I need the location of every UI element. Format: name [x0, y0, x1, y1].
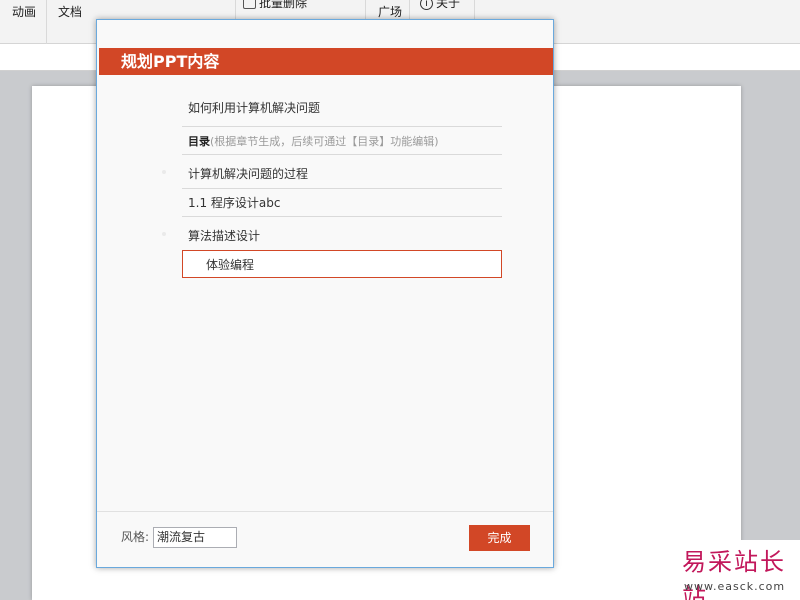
- toc-label: 目录: [188, 135, 210, 148]
- outline-item-text: 计算机解决问题的过程: [188, 167, 309, 181]
- outline-item-text: 算法描述设计: [188, 229, 261, 243]
- ribbon-batch-delete-label: 批量删除: [259, 0, 308, 10]
- bullet-dot: [162, 232, 166, 236]
- ribbon-animation-button[interactable]: 动画: [12, 5, 36, 49]
- ribbon-new-doc-button[interactable]: 文档: [58, 5, 82, 49]
- dialog-header: 规划PPT内容: [99, 48, 553, 75]
- batch-delete-icon: [243, 0, 256, 9]
- outline-edit-field[interactable]: 体验编程: [182, 250, 502, 278]
- outline-item-text: 如何利用计算机解决问题: [188, 101, 321, 115]
- dialog-footer-divider: [97, 511, 553, 512]
- done-button[interactable]: 完成: [469, 525, 530, 551]
- toc-hint: (根据章节生成，后续可通过【目录】功能编辑): [210, 135, 439, 148]
- plan-ppt-dialog: 规划PPT内容 如何利用计算机解决问题 目录(根据章节生成，后续可通过【目录】功…: [96, 19, 554, 568]
- ribbon-about-label: 关于: [436, 0, 461, 10]
- watermark: 易采站长站 www.easck.com: [676, 540, 800, 600]
- toc-text: 目录(根据章节生成，后续可通过【目录】功能编辑): [188, 133, 439, 150]
- outline-divider: [182, 188, 502, 189]
- ribbon-separator: [46, 0, 47, 44]
- ribbon-animation-label: 动画: [12, 5, 37, 19]
- outline-divider: [182, 154, 502, 155]
- outline-divider: [182, 216, 502, 217]
- outline-divider: [182, 126, 502, 127]
- watermark-url: www.easck.com: [684, 580, 786, 593]
- style-input[interactable]: 潮流复古: [153, 527, 237, 548]
- outline-edit-text: 体验编程: [206, 258, 255, 272]
- ribbon-doc-label: 文档: [58, 5, 83, 19]
- info-icon: i: [420, 0, 433, 10]
- dialog-title: 规划PPT内容: [121, 52, 220, 71]
- outline-item-text: 1.1 程序设计abc: [188, 196, 281, 210]
- bullet-dot: [162, 170, 166, 174]
- ribbon-square-label: 广场: [378, 5, 403, 19]
- style-label: 风格:: [121, 530, 150, 544]
